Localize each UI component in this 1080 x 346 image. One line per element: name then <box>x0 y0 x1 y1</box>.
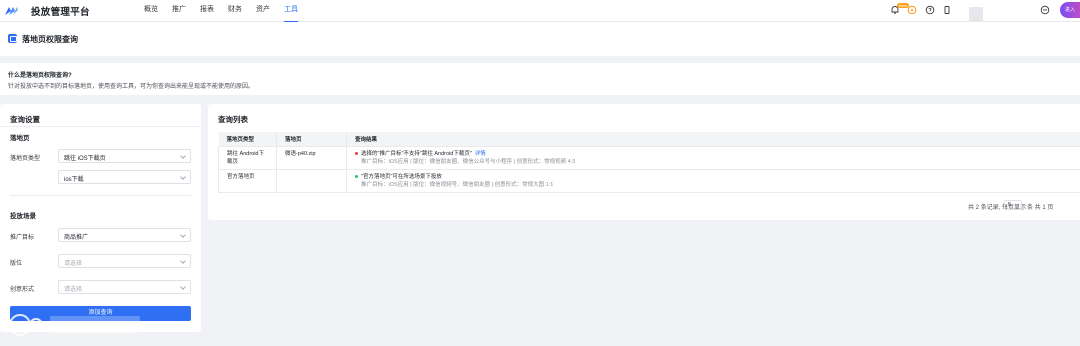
row-result: "官方落地页"可在所选场景下投放 推广目标：iOS应用 | 版位：微信视频号、微… <box>346 168 1080 193</box>
settings-title: 查询设置 <box>10 115 40 124</box>
nav-item-overview[interactable]: 概览 <box>144 0 158 22</box>
row-type: 官方落地页 <box>218 168 277 193</box>
result-text: "官方落地页"可在所选场景下投放 <box>361 173 442 180</box>
landing-type-select[interactable]: 跳往 iOS下载页 <box>58 149 191 163</box>
column-header: 查询结果 <box>346 132 1080 146</box>
landing-type-label: 落地页类型 <box>10 156 41 162</box>
table-row: 官方落地页 "官方落地页"可在所选场景下投放 推广目标：iOS应用 | 版位：微… <box>218 168 1080 193</box>
table-row: 跳往 Android下载页 微语-p40.zip 选择的"推广目标"不支持"跳往… <box>218 145 1080 170</box>
query-table: 落地页类型 落地页 查询结果 跳往 Android下载页 微语-p40.zip … <box>218 132 1080 193</box>
landing-subtype-value: ios下载 <box>64 177 84 183</box>
page-size-value: 5 <box>1008 202 1012 208</box>
top-nav: 投放管理平台 概览 推广 报表 财务 资产 工具 New 进入 <box>0 0 1080 22</box>
chevron-down-icon <box>1014 202 1019 207</box>
scene-group-title: 投放场景 <box>10 213 36 220</box>
column-header: 落地页类型 <box>218 132 277 146</box>
chevron-down-icon <box>180 232 186 238</box>
page-header: 落地页权限查询 <box>0 22 1080 56</box>
detail-link[interactable]: 详情 <box>475 150 486 158</box>
creative-placeholder: 请选择 <box>64 287 83 293</box>
row-page: 微语-p40.zip <box>276 145 347 170</box>
target-value: 商品推广 <box>64 235 89 241</box>
brand-logo-icon <box>5 7 18 15</box>
info-description: 针对投放中选不到的目标落地页，使用查询工具，可为你查询出来能呈现或不能使用的原因… <box>8 84 255 90</box>
landing-group-title: 落地页 <box>10 135 30 142</box>
column-header: 落地页 <box>276 132 347 146</box>
success-dot-icon <box>355 175 358 178</box>
nav-item-finance[interactable]: 财务 <box>228 0 242 22</box>
target-select[interactable]: 商品推广 <box>58 228 191 242</box>
creative-select[interactable]: 请选择 <box>58 280 191 294</box>
chevron-down-icon <box>180 258 186 264</box>
table-header-row: 落地页类型 落地页 查询结果 <box>218 132 1080 146</box>
chevron-down-icon <box>180 284 186 290</box>
query-settings-panel: 查询设置 落地页 落地页类型 跳往 iOS下载页 ios下载 投放场景 推广目标… <box>0 104 201 332</box>
result-detail: 推广目标：iOS应用 | 版位：微信朋友圈、微信公众号与小程序 | 创意形式：常… <box>361 158 576 165</box>
page-title: 落地页权限查询 <box>22 35 78 44</box>
pager-pages: 条 共 1 页 <box>1027 205 1054 211</box>
compass-icon[interactable] <box>907 5 917 15</box>
minus-circle-icon[interactable] <box>1040 5 1050 15</box>
row-type: 跳往 Android下载页 <box>218 145 277 170</box>
position-label: 版位 <box>10 261 23 267</box>
row-page <box>276 168 347 193</box>
page-size-select[interactable]: 5 <box>1004 200 1022 210</box>
nav-item-reports[interactable]: 报表 <box>200 0 214 22</box>
enter-button[interactable]: 进入 <box>1060 2 1080 18</box>
landing-type-value: 跳往 iOS下载页 <box>64 156 106 162</box>
nav-item-promotion[interactable]: 推广 <box>172 0 186 22</box>
position-placeholder: 请选择 <box>64 261 83 267</box>
nav-item-assets[interactable]: 资产 <box>256 0 270 22</box>
watermark-logo-icon <box>9 314 140 336</box>
landing-page-icon <box>8 34 17 43</box>
chevron-down-icon <box>180 153 186 159</box>
info-box: 什么是落地页权限查询? 针对投放中选不到的目标落地页，使用查询工具，可为你查询出… <box>0 63 1080 95</box>
chevron-down-icon <box>180 174 186 180</box>
result-detail: 推广目标：iOS应用 | 版位：微信视频号、微信朋友圈 | 创意形式：常规大图 … <box>361 181 554 188</box>
avatar[interactable] <box>969 7 983 21</box>
error-dot-icon <box>355 152 358 155</box>
nav-item-tools[interactable]: 工具 <box>284 0 298 22</box>
creative-label: 创意形式 <box>10 287 35 293</box>
divider <box>0 126 201 127</box>
brand-name: 投放管理平台 <box>31 7 90 18</box>
main-nav: 概览 推广 报表 财务 资产 工具 <box>144 0 312 22</box>
query-list-panel: 查询列表 落地页类型 落地页 查询结果 跳往 Android下载页 微语-p40… <box>208 104 1080 220</box>
row-result: 选择的"推广目标"不支持"跳往 Android下载页" 详情 推广目标：iOS应… <box>346 145 1080 170</box>
help-icon[interactable] <box>925 5 935 15</box>
list-title: 查询列表 <box>218 115 248 124</box>
result-text: 选择的"推广目标"不支持"跳往 Android下载页" <box>361 150 472 157</box>
position-select[interactable]: 请选择 <box>58 254 191 268</box>
mobile-icon[interactable] <box>942 5 952 15</box>
landing-subtype-select[interactable]: ios下载 <box>58 170 191 184</box>
divider <box>10 195 191 196</box>
info-title: 什么是落地页权限查询? <box>8 73 72 79</box>
target-label: 推广目标 <box>10 235 35 241</box>
